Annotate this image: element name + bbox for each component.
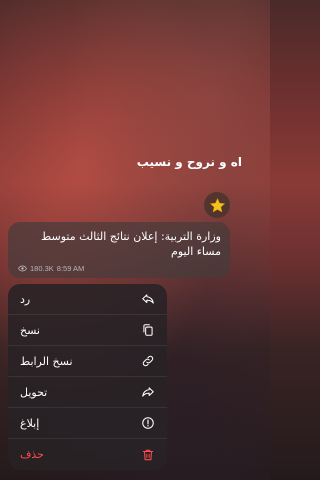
link-icon — [141, 354, 155, 368]
message-bubble[interactable]: وزارة التربية: إعلان نتائج الثالث متوسط … — [8, 222, 230, 278]
menu-item-label: تحويل — [20, 385, 48, 399]
eye-icon — [18, 265, 27, 272]
menu-item-delete[interactable]: حذف — [8, 439, 167, 470]
report-icon — [141, 416, 155, 430]
menu-item-forward[interactable]: تحويل — [8, 377, 167, 408]
message-time: 8:59 AM — [56, 264, 85, 273]
menu-item-label: نسخ — [20, 323, 40, 337]
copy-icon — [141, 323, 155, 337]
menu-item-label: رد — [20, 292, 31, 306]
reaction-badge[interactable] — [204, 192, 230, 218]
view-count: 180.3K — [30, 264, 54, 273]
star-icon — [209, 197, 225, 212]
context-menu: رد نسخ نسخ الرابط تحويل إبلاغ حذف — [8, 284, 167, 470]
menu-item-label: إبلاغ — [20, 416, 40, 430]
message-text: وزارة التربية: إعلان نتائج الثالث متوسط … — [41, 230, 221, 258]
menu-item-reply[interactable]: رد — [8, 284, 167, 315]
menu-item-copy-link[interactable]: نسخ الرابط — [8, 346, 167, 377]
menu-item-label: حذف — [20, 448, 44, 461]
forward-icon — [141, 385, 155, 399]
menu-item-report[interactable]: إبلاغ — [8, 408, 167, 439]
previous-message-text: اه و نروح و نسيب — [136, 155, 242, 169]
menu-item-label: نسخ الرابط — [20, 354, 73, 368]
reply-icon — [141, 292, 155, 306]
message-meta: 180.3K 8:59 AM — [18, 264, 84, 273]
menu-item-copy[interactable]: نسخ — [8, 315, 167, 346]
trash-icon — [141, 448, 155, 462]
